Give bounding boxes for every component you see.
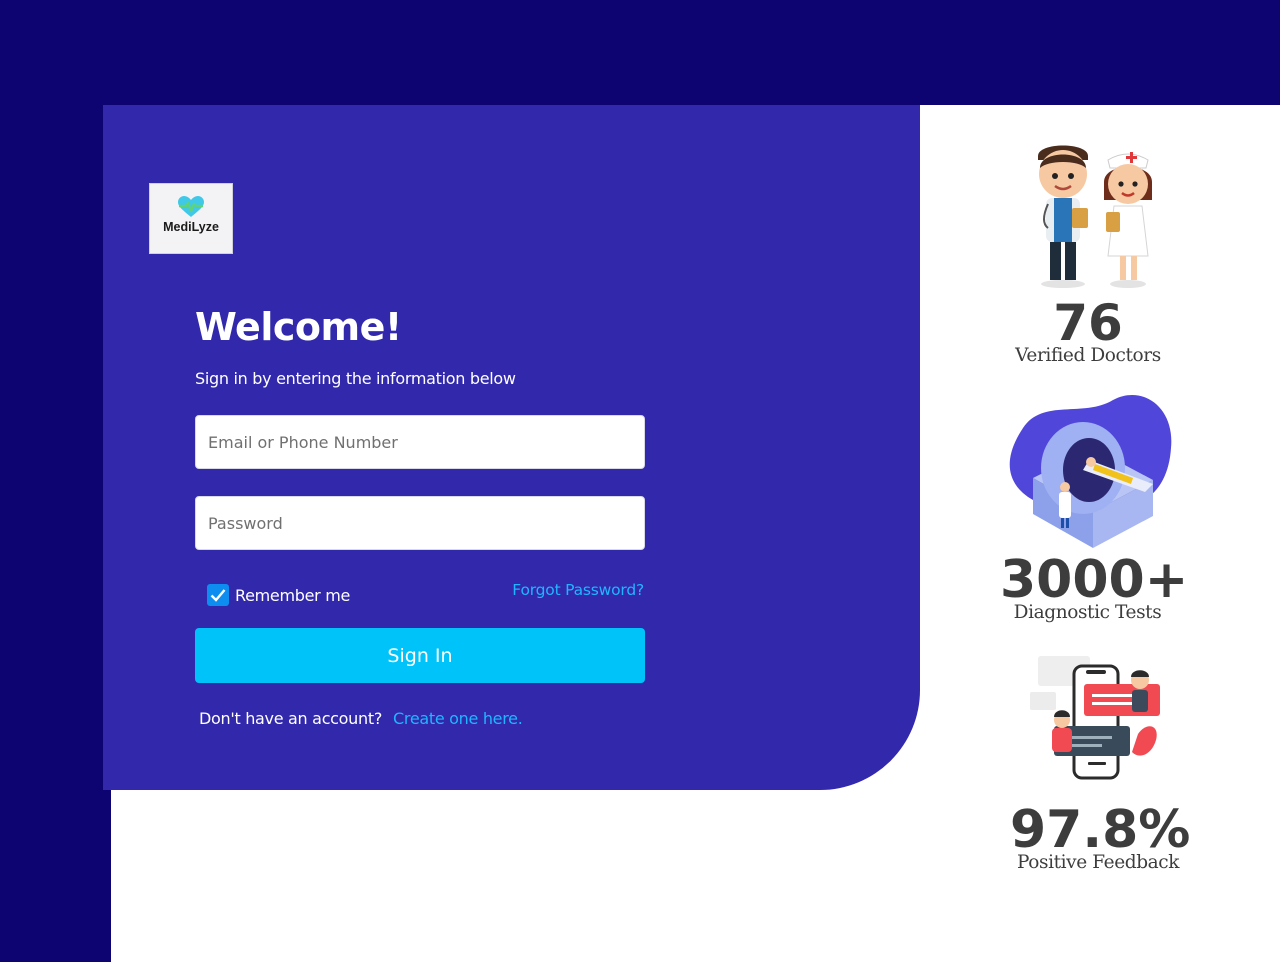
checkmark-icon [210, 589, 226, 602]
stat-label: Verified Doctors [1015, 345, 1161, 366]
forgot-password-link[interactable]: Forgot Password? [512, 581, 644, 599]
remember-me-checkbox[interactable] [207, 584, 229, 606]
chat-feedback-illustration-icon [1030, 656, 1160, 780]
stat-verified-doctors: 76 Verified Doctors [1008, 138, 1168, 366]
signup-prompt: Don't have an account? Create one here. [199, 709, 523, 728]
login-panel: MediLyze Welcome! Sign in by entering th… [103, 105, 920, 790]
page-subtitle: Sign in by entering the information belo… [195, 369, 516, 388]
stat-value: 76 [1053, 294, 1123, 352]
heart-pulse-icon [178, 196, 204, 217]
password-field[interactable] [195, 496, 645, 550]
remember-me-row[interactable]: Remember me [207, 584, 350, 606]
email-field[interactable] [195, 415, 645, 469]
no-account-text: Don't have an account? [199, 709, 383, 728]
mri-scanner-illustration-icon [1009, 394, 1171, 548]
sign-in-button[interactable]: Sign In [195, 628, 645, 683]
brand-logo[interactable]: MediLyze [149, 183, 233, 254]
stat-value: 3000+ [1000, 550, 1189, 610]
remember-me-label: Remember me [235, 585, 351, 605]
stat-positive-feedback: 97.8% Positive Feedback [1010, 650, 1191, 873]
doctors-illustration-icon [1038, 145, 1152, 288]
stat-label: Positive Feedback [1016, 852, 1180, 873]
create-account-link[interactable]: Create one here. [393, 709, 523, 728]
stat-label: Diagnostic Tests [1013, 602, 1162, 623]
brand-name: MediLyze [163, 220, 219, 234]
stat-value: 97.8% [1010, 800, 1191, 860]
page-title: Welcome! [195, 305, 402, 349]
stat-diagnostic-tests: 3000+ Diagnostic Tests [1000, 388, 1189, 623]
